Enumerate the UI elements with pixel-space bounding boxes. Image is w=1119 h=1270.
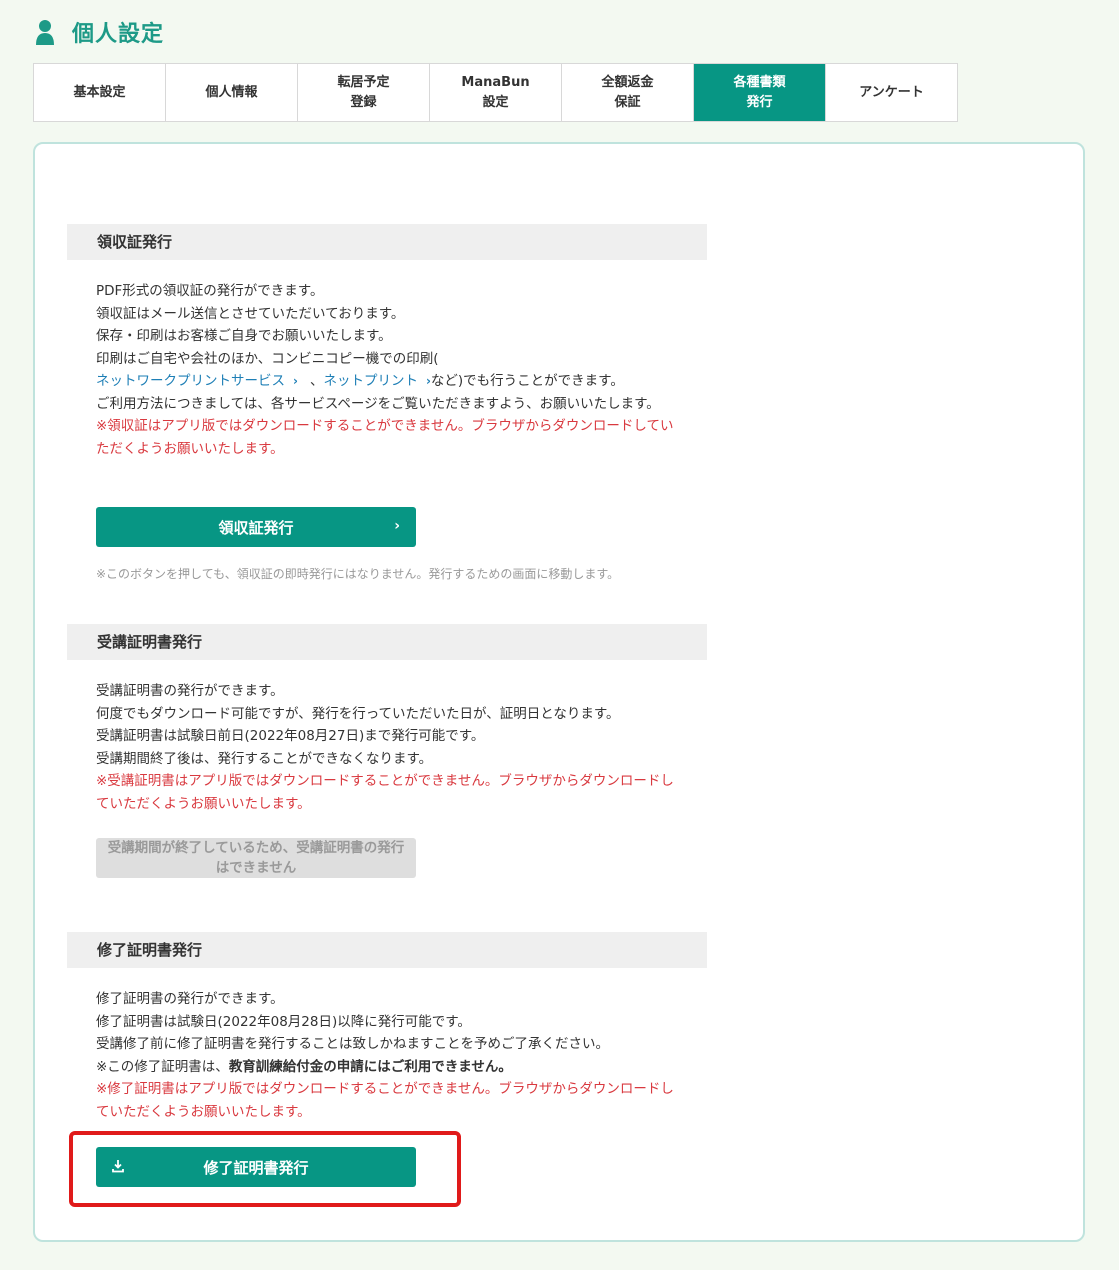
completion-heading: 修了証明書発行	[67, 932, 707, 968]
completion-note-bold: 教育訓練給付金の申請にはご利用できません。	[228, 1058, 512, 1075]
attendance-heading: 受講証明書発行	[67, 624, 707, 660]
settings-tabs: 基本設定 個人情報 転居予定 登録 ManaBun 設定 全額返金 保証 各種書…	[33, 63, 958, 122]
receipt-link-tail: など)でも行うことができます。	[430, 373, 624, 389]
issue-receipt-button[interactable]: 領収証発行 ›	[96, 507, 416, 547]
attendance-warning: ※受講証明書はアプリ版ではダウンロードすることができません。ブラウザからダウンロ…	[96, 773, 674, 812]
attendance-line: 受講期間終了後は、発行することができなくなります。	[96, 750, 433, 767]
receipt-warning: ※領収証はアプリ版ではダウンロードすることができません。ブラウザからダウンロード…	[96, 418, 674, 457]
completion-line: 受講修了前に修了証明書を発行することは致しかねますことを予めご了承ください。	[96, 1036, 609, 1052]
documents-panel: 領収証発行 PDF形式の領収証の発行ができます。 領収証はメール送信とさせていた…	[33, 142, 1085, 1242]
network-print-service-link[interactable]: ネットワークプリントサービス	[96, 373, 285, 389]
issue-receipt-label: 領収証発行	[218, 518, 294, 537]
tab-basic-settings[interactable]: 基本設定	[34, 64, 165, 121]
chevron-right-icon: ›	[293, 374, 298, 388]
attendance-line: 受講証明書の発行ができます。	[96, 683, 284, 699]
receipt-description: PDF形式の領収証の発行ができます。 領収証はメール送信とさせていただいておりま…	[96, 280, 686, 460]
link-separator: 、	[309, 373, 324, 389]
receipt-heading: 領収証発行	[67, 224, 707, 260]
completion-line: 修了証明書の発行ができます。	[96, 991, 284, 1007]
issue-attendance-certificate-button-disabled: 受講期間が終了しているため、受講証明書の発行はできません	[96, 838, 416, 878]
page-header: 個人設定	[36, 16, 164, 48]
completion-description: 修了証明書の発行ができます。 修了証明書は試験日(2022年08月28日)以降に…	[96, 988, 686, 1123]
completion-warning: ※修了証明書はアプリ版ではダウンロードすることができません。ブラウザからダウンロ…	[96, 1081, 674, 1120]
attendance-line: 何度でもダウンロード可能ですが、発行を行っていただいた日が、証明日となります。	[96, 705, 620, 722]
page-title: 個人設定	[72, 22, 165, 47]
attendance-line: 受講証明書は試験日前日(2022年08月27日)まで発行可能です。	[96, 728, 485, 744]
receipt-line: 領収証はメール送信とさせていただいております。	[96, 305, 405, 322]
user-icon	[36, 20, 54, 45]
chevron-right-icon: ›	[394, 518, 400, 534]
completion-note-prefix: ※この修了証明書は、	[96, 1058, 229, 1075]
netprint-link[interactable]: ネットプリント	[323, 373, 418, 389]
tab-moving-registration[interactable]: 転居予定 登録	[297, 64, 429, 121]
receipt-line: ご利用方法につきましては、各サービスページをご覧いただきますよう、お願いいたしま…	[96, 395, 660, 412]
receipt-line: 印刷はご自宅や会社のほか、コンビニコピー機での印刷(	[96, 350, 439, 367]
completion-line: 修了証明書は試験日(2022年08月28日)以降に発行可能です。	[96, 1013, 471, 1030]
attendance-description: 受講証明書の発行ができます。 何度でもダウンロード可能ですが、発行を行っていただ…	[96, 680, 686, 815]
tab-survey[interactable]: アンケート	[825, 64, 957, 121]
tab-refund-guarantee[interactable]: 全額返金 保証	[561, 64, 693, 121]
receipt-note: ※このボタンを押しても、領収証の即時発行にはなりません。発行するための画面に移動…	[96, 567, 620, 581]
receipt-line: 保存・印刷はお客様ご自身でお願いいたします。	[96, 328, 392, 344]
receipt-line: PDF形式の領収証の発行ができます。	[96, 283, 324, 299]
tab-documents[interactable]: 各種書類 発行	[693, 64, 825, 121]
tab-manabun-settings[interactable]: ManaBun 設定	[429, 64, 561, 121]
tab-personal-info[interactable]: 個人情報	[165, 64, 297, 121]
highlight-box	[69, 1131, 461, 1207]
